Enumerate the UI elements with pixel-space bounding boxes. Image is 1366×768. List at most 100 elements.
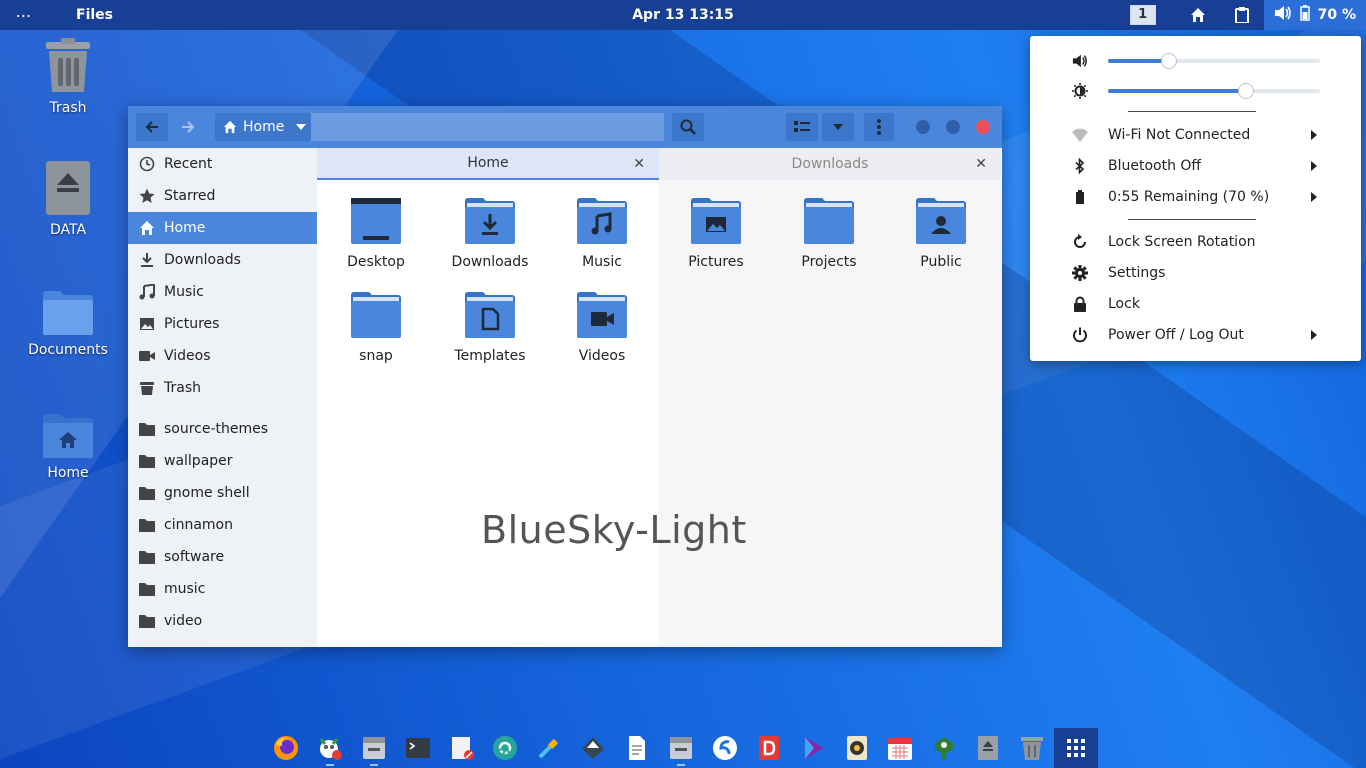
sidebar-bookmark[interactable]: cinnamon <box>128 509 317 541</box>
sidebar-item-starred[interactable]: Starred <box>128 180 317 212</box>
menu-button[interactable] <box>864 113 894 141</box>
sidebar-bookmark[interactable]: video <box>128 605 317 637</box>
running-indicator <box>677 764 686 766</box>
sidebar-item-downloads[interactable]: Downloads <box>128 244 317 276</box>
workspace-indicator[interactable]: 1 <box>1129 5 1156 25</box>
search-button[interactable] <box>672 113 704 141</box>
close-tab-icon[interactable]: ✕ <box>633 156 645 172</box>
menu-item-battery[interactable]: 0:55 Remaining (70 %) <box>1030 183 1361 211</box>
dock-item-simplenote[interactable] <box>703 728 747 768</box>
document-icon <box>629 736 646 760</box>
dock-item-recycle-app[interactable] <box>483 728 527 768</box>
dock-item-color-picker[interactable] <box>527 728 571 768</box>
dock-item-speaker[interactable] <box>835 728 879 768</box>
dock-item-media-player[interactable] <box>791 728 835 768</box>
sidebar-item-label: source-themes <box>164 421 269 437</box>
dock-item-document[interactable] <box>615 728 659 768</box>
show-apps-icon <box>1066 739 1085 757</box>
sidebar-bookmark[interactable]: software <box>128 541 317 573</box>
dock-item-d-app[interactable] <box>747 728 791 768</box>
file-item-public[interactable]: Public <box>886 198 996 270</box>
volume-slider[interactable] <box>1108 53 1320 69</box>
sidebar-item-music[interactable]: Music <box>128 276 317 308</box>
dock-item-trash[interactable] <box>1010 728 1054 768</box>
dock-item-gimp[interactable] <box>308 728 352 768</box>
top-bar: ⋯ Files Apr 13 13:15 1 70 % <box>0 0 1366 30</box>
tab-downloads[interactable]: Downloads ✕ <box>659 148 1001 180</box>
brightness-slider[interactable] <box>1108 83 1320 99</box>
sidebar-item-label: cinnamon <box>164 517 233 533</box>
menu-item-power[interactable]: Power Off / Log Out <box>1030 321 1361 349</box>
dock-item-drive-eject[interactable] <box>966 728 1010 768</box>
dock-item-files[interactable] <box>352 728 396 768</box>
path-home-button[interactable]: Home <box>215 113 311 141</box>
sidebar-item-trash[interactable]: Trash <box>128 372 317 404</box>
sidebar-bookmark[interactable]: gnome shell <box>128 477 317 509</box>
speaker-icon <box>846 736 867 760</box>
maximize-button[interactable] <box>946 120 960 134</box>
file-item-templates[interactable]: Templates <box>435 292 545 364</box>
menu-separator <box>1128 219 1256 220</box>
arrow-left-icon <box>145 121 158 133</box>
menu-item-rotation-lock[interactable]: Lock Screen Rotation <box>1030 228 1361 256</box>
sidebar-bookmark[interactable]: source-themes <box>128 413 317 445</box>
file-item-projects[interactable]: Projects <box>774 198 884 270</box>
dock-item-geary[interactable] <box>922 728 966 768</box>
path-bar[interactable]: Home <box>215 113 664 141</box>
file-label: snap <box>359 348 393 364</box>
close-button[interactable] <box>976 120 990 134</box>
picture-icon <box>140 318 154 330</box>
bluetooth-icon <box>1075 158 1085 174</box>
sidebar-item-videos[interactable]: Videos <box>128 340 317 372</box>
sidebar-item-recent[interactable]: Recent <box>128 148 317 180</box>
trash-icon <box>140 382 154 395</box>
desktop-icon-trash[interactable]: Trash <box>23 38 113 116</box>
brightness-slider-handle[interactable] <box>1237 83 1254 99</box>
file-item-videos[interactable]: Videos <box>547 292 657 364</box>
minimize-button[interactable] <box>916 120 930 134</box>
tab-home[interactable]: Home ✕ <box>317 148 659 180</box>
forward-button[interactable] <box>172 113 204 141</box>
desktop-icon-data[interactable]: DATA <box>23 160 113 238</box>
chevron-down-icon <box>296 124 307 130</box>
sidebar-bookmark[interactable]: wallpaper <box>128 445 317 477</box>
home-indicator-icon[interactable] <box>1176 0 1220 30</box>
file-item-snap[interactable]: snap <box>321 292 431 364</box>
view-list-button[interactable] <box>786 113 818 141</box>
app-menu[interactable]: Files <box>76 7 113 23</box>
dock-item-terminal[interactable] <box>396 728 440 768</box>
file-item-music[interactable]: Music <box>547 198 657 270</box>
file-item-desktop[interactable]: Desktop <box>321 198 431 270</box>
menu-item-bluetooth[interactable]: Bluetooth Off <box>1030 152 1361 180</box>
sidebar-bookmark[interactable]: music <box>128 573 317 605</box>
activities-button[interactable]: ⋯ <box>0 6 48 25</box>
menu-item-wifi[interactable]: Wi-Fi Not Connected <box>1030 121 1361 149</box>
file-item-downloads[interactable]: Downloads <box>435 198 545 270</box>
dock-item-firefox[interactable] <box>264 728 308 768</box>
back-button[interactable] <box>136 113 168 141</box>
sidebar-item-pictures[interactable]: Pictures <box>128 308 317 340</box>
sidebar-item-label: Music <box>164 284 204 300</box>
volume-slider-handle[interactable] <box>1161 53 1178 69</box>
sidebar-item-home[interactable]: Home <box>128 212 317 244</box>
desktop-icon-home[interactable]: Home <box>23 413 113 481</box>
file-label: Pictures <box>688 254 744 270</box>
dock-item-files-alt[interactable] <box>659 728 703 768</box>
submenu-arrow-icon <box>1311 161 1317 171</box>
folder-icon <box>139 519 155 532</box>
dock-item-calendar[interactable] <box>878 728 922 768</box>
folder-icon <box>139 455 155 468</box>
calendar-icon <box>888 738 913 760</box>
view-options-button[interactable] <box>822 113 854 141</box>
dock-item-inkscape[interactable] <box>571 728 615 768</box>
close-tab-icon[interactable]: ✕ <box>975 156 987 172</box>
menu-item-settings[interactable]: Settings <box>1030 259 1361 287</box>
dock-item-text-editor[interactable] <box>440 728 484 768</box>
desktop-icon-documents[interactable]: Documents <box>23 290 113 358</box>
clipboard-icon[interactable] <box>1220 0 1264 30</box>
system-status-area[interactable]: 70 % <box>1263 0 1366 30</box>
show-applications-button[interactable] <box>1054 728 1098 768</box>
path-home-label: Home <box>243 119 285 135</box>
menu-item-lock[interactable]: Lock <box>1030 290 1361 318</box>
file-item-pictures[interactable]: Pictures <box>661 198 771 270</box>
